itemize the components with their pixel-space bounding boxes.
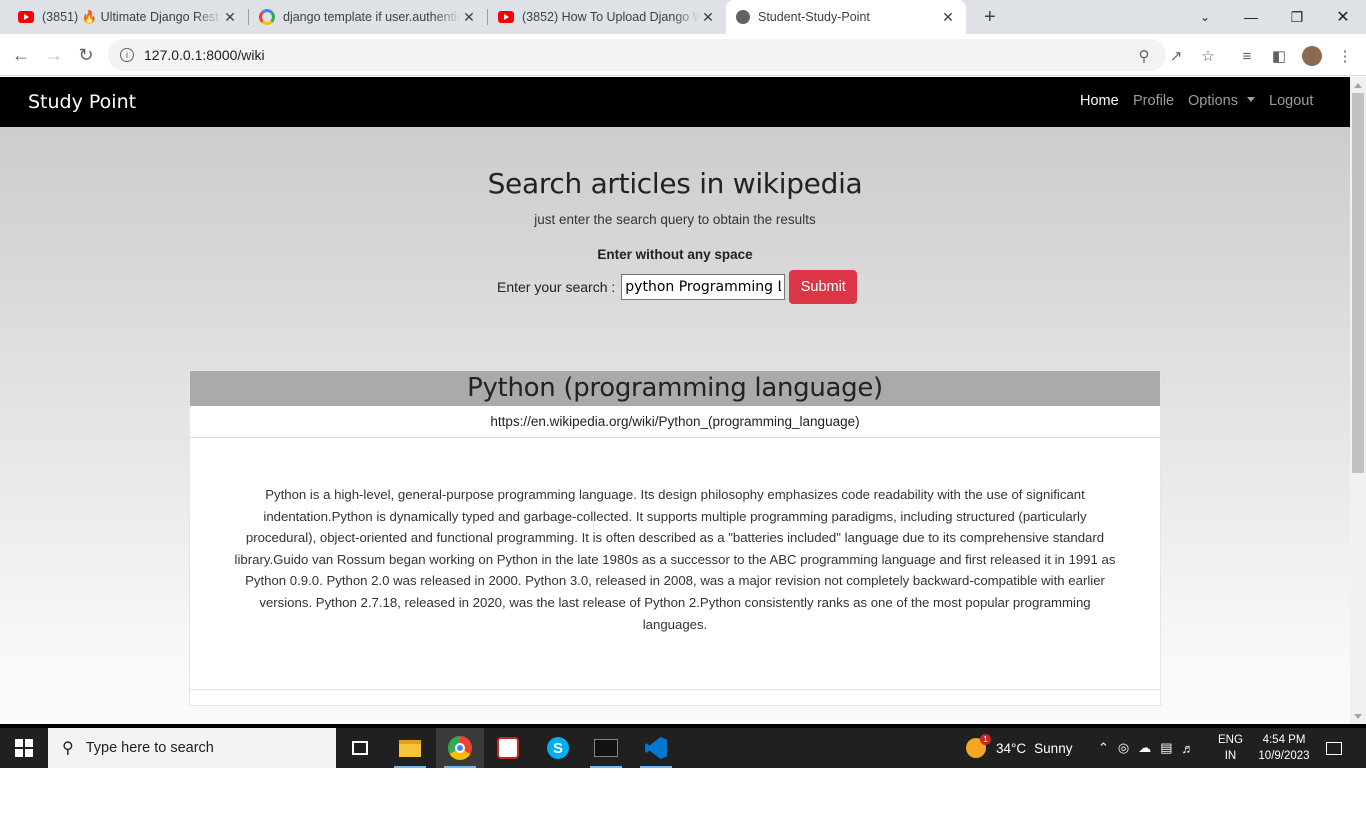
start-button[interactable] [0, 728, 48, 768]
browser-tab-3[interactable]: (3852) How To Upload Django Website ✕ [488, 0, 726, 34]
menu-kebab-icon[interactable]: ⋮ [1336, 47, 1354, 65]
article-card: Python (programming language) https://en… [189, 370, 1161, 706]
tab-title: Student-Study-Point [758, 10, 870, 24]
share-icon[interactable]: ↗ [1167, 47, 1185, 65]
article-summary: Python is a high-level, general-purpose … [234, 487, 1116, 632]
reading-list-icon[interactable]: ≡ [1238, 47, 1256, 65]
skype-icon[interactable]: S [534, 728, 582, 768]
nav-home[interactable]: Home [1080, 93, 1119, 109]
page-subtitle: just enter the search query to obtain th… [534, 212, 816, 227]
weather-condition: Sunny [1034, 740, 1073, 756]
clock-time: 4:54 PM [1262, 734, 1306, 746]
google-icon [259, 9, 275, 25]
nav-profile[interactable]: Profile [1133, 93, 1174, 109]
browser-tab-active[interactable]: Student-Study-Point ✕ [726, 0, 966, 34]
minimize-icon[interactable]: — [1228, 0, 1274, 34]
new-tab-button[interactable]: + [974, 0, 1002, 34]
nav-options-label: Options [1188, 93, 1238, 109]
profile-avatar[interactable] [1302, 46, 1322, 66]
caret-down-icon [1247, 97, 1256, 102]
task-view-icon[interactable] [336, 728, 384, 768]
clock-date: 10/9/2023 [1258, 750, 1310, 762]
scroll-up-icon[interactable] [1354, 83, 1362, 88]
blank-area [0, 768, 1366, 834]
network-icon[interactable]: ▤ [1160, 740, 1181, 756]
windows-logo-icon [15, 739, 33, 757]
search-label: Enter your search : [497, 279, 616, 295]
taskbar-search-placeholder: Type here to search [85, 740, 214, 756]
chrome-icon[interactable] [436, 728, 484, 768]
window-close-icon[interactable]: ✕ [1320, 0, 1366, 34]
submit-button[interactable]: Submit [789, 270, 858, 304]
region-code: IN [1224, 750, 1237, 762]
article-url[interactable]: https://en.wikipedia.org/wiki/Python_(pr… [190, 406, 1160, 438]
forward-icon[interactable]: → [41, 42, 67, 68]
site-info-icon[interactable]: i [120, 48, 134, 62]
notification-icon[interactable] [1322, 728, 1346, 768]
system-tray-icons[interactable]: ⌃ ◎ ☁ ▤ ♬ [1098, 728, 1204, 768]
card-footer [190, 689, 1160, 705]
bookmark-star-icon[interactable]: ☆ [1199, 47, 1217, 65]
navbar-brand[interactable]: Study Point [28, 91, 136, 113]
restore-icon[interactable]: ❐ [1274, 0, 1320, 34]
search-hint: Enter without any space [597, 247, 753, 262]
snipping-tool-icon[interactable] [484, 728, 532, 768]
terminal-icon[interactable] [582, 728, 630, 768]
file-explorer-icon[interactable] [386, 728, 434, 768]
back-icon[interactable]: ← [8, 42, 34, 68]
clock[interactable]: 4:54 PM 10/9/2023 [1254, 728, 1314, 768]
search-form: Enter your search : Submit [497, 270, 858, 304]
article-title: Python (programming language) [190, 371, 1160, 406]
language-indicator[interactable]: ENG IN [1218, 728, 1243, 768]
browser-tab-1[interactable]: (3851) 🔥 Ultimate Django Rest API ✕ [8, 0, 248, 34]
address-bar[interactable]: i 127.0.0.1:8000/wiki [108, 39, 1166, 71]
search-input[interactable] [621, 274, 786, 300]
browser-tab-strip: (3851) 🔥 Ultimate Django Rest API ✕ djan… [0, 0, 1366, 34]
close-tab-icon[interactable]: ✕ [700, 9, 716, 26]
windows-taskbar: ⚲ Type here to search S 1 34°C Sunny ⌃ ◎ ☁… [0, 724, 1366, 768]
tab-title: (3852) How To Upload Django Website [522, 10, 700, 24]
scrollbar-thumb[interactable] [1352, 93, 1364, 473]
search-icon: ⚲ [62, 740, 74, 757]
youtube-icon [18, 11, 34, 23]
lang-code: ENG [1218, 734, 1243, 746]
tab-title: django template if user.authenticated [283, 10, 461, 24]
onedrive-icon[interactable]: ☁ [1138, 740, 1160, 756]
zoom-icon[interactable]: ⚲ [1135, 47, 1153, 65]
search-hero: Search articles in wikipedia just enter … [0, 167, 1350, 262]
page-title: Search articles in wikipedia [487, 167, 863, 200]
taskbar-search[interactable]: ⚲ Type here to search [48, 728, 336, 768]
nav-logout[interactable]: Logout [1269, 93, 1313, 109]
youtube-icon [498, 11, 514, 23]
site-navbar: Study Point Home Profile Options Logout [0, 77, 1350, 127]
nav-options[interactable]: Options [1188, 93, 1256, 109]
tab-title: (3851) 🔥 Ultimate Django Rest API [42, 9, 222, 24]
vscode-icon[interactable] [632, 728, 680, 768]
browser-toolbar: ← → ↻ i 127.0.0.1:8000/wiki ⚲ ↗ ☆ ≡ ◧ ⋮ [0, 34, 1366, 76]
weather-widget[interactable]: 1 34°C Sunny [966, 728, 1072, 768]
globe-icon [736, 10, 750, 24]
weather-badge: 1 [980, 734, 991, 745]
url-text: 127.0.0.1:8000/wiki [144, 47, 265, 63]
side-panel-icon[interactable]: ◧ [1270, 47, 1288, 65]
browser-tab-2[interactable]: django template if user.authenticated ✕ [249, 0, 487, 34]
sun-icon: 1 [966, 734, 991, 758]
close-tab-icon[interactable]: ✕ [222, 9, 238, 26]
scroll-down-icon[interactable] [1354, 714, 1362, 719]
close-tab-icon[interactable]: ✕ [461, 9, 477, 26]
page-scrollbar[interactable] [1350, 77, 1366, 724]
weather-temp: 34°C [996, 740, 1027, 756]
page-viewport: Study Point Home Profile Options Logout … [0, 77, 1350, 724]
tab-search-icon[interactable]: ⌄ [1182, 0, 1228, 34]
camera-icon[interactable]: ◎ [1118, 740, 1138, 756]
volume-icon[interactable]: ♬ [1182, 741, 1204, 756]
reload-icon[interactable]: ↻ [73, 42, 99, 68]
chevron-up-icon[interactable]: ⌃ [1098, 740, 1118, 756]
close-tab-icon[interactable]: ✕ [940, 9, 956, 26]
